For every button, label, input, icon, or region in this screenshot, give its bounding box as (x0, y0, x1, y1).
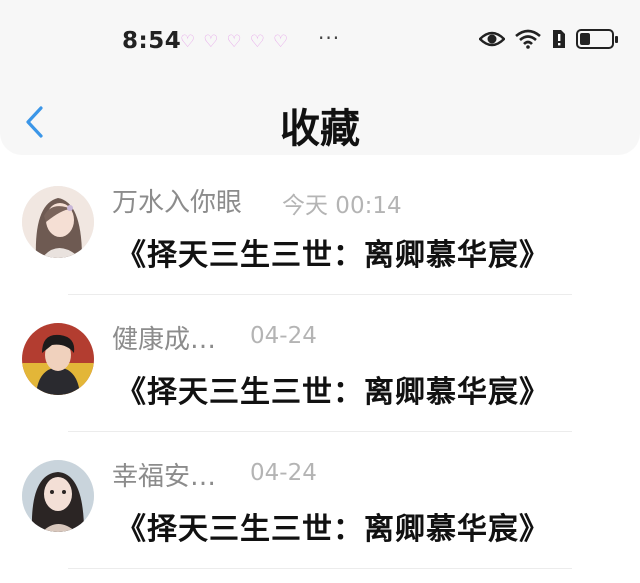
notification-icons: ♡ ♡ ♡ ♡ ♡ (180, 32, 288, 52)
avatar[interactable] (22, 323, 94, 395)
favorites-list: 万水入你眼 今天 00:14 《择天三生三世：离卿慕华宸》 健康成… 04-24… (0, 170, 640, 581)
status-time: 8:54 (122, 28, 182, 54)
sim-alert-icon (553, 30, 565, 48)
heart-icon: ♡ (180, 32, 196, 52)
avatar[interactable] (22, 460, 94, 532)
book-title[interactable]: 《择天三生三世：离卿慕华宸》 (116, 504, 550, 548)
status-bar: 8:54 ♡ ♡ ♡ ♡ ♡ ··· (0, 20, 640, 62)
username: 万水入你眼 (112, 188, 243, 218)
username: 健康成… (112, 325, 217, 355)
divider (68, 294, 572, 295)
list-item[interactable]: 健康成… 04-24 《择天三生三世：离卿慕华宸》 (0, 307, 640, 444)
eye-icon (479, 31, 505, 47)
heart-icon: ♡ (226, 32, 242, 52)
header: 8:54 ♡ ♡ ♡ ♡ ♡ ··· 收藏 (0, 0, 640, 155)
wifi-icon (515, 29, 541, 49)
avatar[interactable] (22, 186, 94, 258)
timestamp: 今天 00:14 (282, 193, 402, 219)
book-title[interactable]: 《择天三生三世：离卿慕华宸》 (116, 367, 550, 411)
system-icons (479, 29, 618, 49)
list-item[interactable]: 万水入你眼 今天 00:14 《择天三生三世：离卿慕华宸》 (0, 170, 640, 307)
book-title[interactable]: 《择天三生三世：离卿慕华宸》 (116, 230, 550, 274)
page-title: 收藏 (280, 106, 360, 152)
timestamp: 04-24 (250, 323, 317, 349)
list-item[interactable]: 幸福安… 04-24 《择天三生三世：离卿慕华宸》 (0, 444, 640, 581)
heart-icon: ♡ (249, 32, 265, 52)
timestamp: 04-24 (250, 460, 317, 486)
heart-icon: ♡ (273, 32, 289, 52)
more-notifications-icon: ··· (318, 26, 341, 50)
divider (68, 568, 572, 569)
divider (68, 431, 572, 432)
battery-icon (576, 29, 618, 49)
username: 幸福安… (112, 462, 217, 492)
heart-icon: ♡ (203, 32, 219, 52)
